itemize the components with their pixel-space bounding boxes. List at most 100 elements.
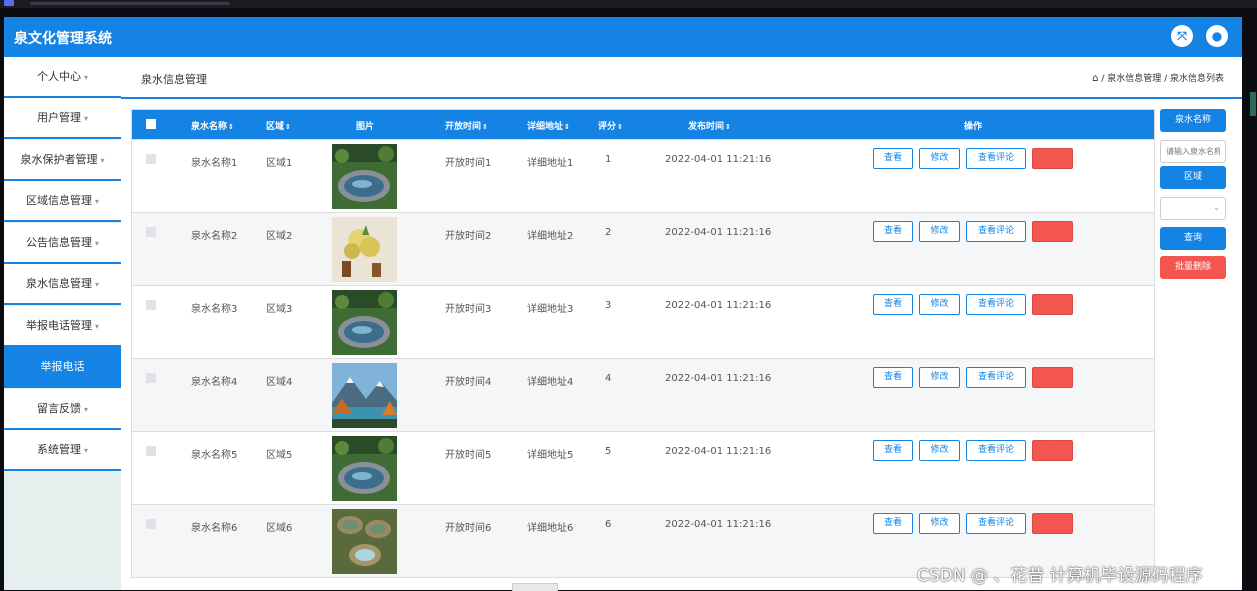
sidebar-item[interactable]: 留言反馈 ▾ bbox=[4, 389, 121, 430]
cell-score: 6 bbox=[605, 519, 612, 530]
cell-score: 5 bbox=[605, 446, 612, 457]
view-button[interactable]: 查看 bbox=[873, 221, 913, 242]
cell-score: 2 bbox=[605, 227, 612, 238]
sort-icon: ⇕ bbox=[617, 123, 623, 131]
address-bar[interactable] bbox=[30, 2, 230, 5]
row-checkbox[interactable] bbox=[146, 373, 156, 383]
cell-publish-time: 2022-04-01 11:21:16 bbox=[665, 373, 772, 384]
view-button[interactable]: 查看 bbox=[873, 148, 913, 169]
spring-table: 泉水名称⇕ 区域⇕ 图片 开放时间⇕ 详细地址⇕ 评分⇕ 发布时间⇕ 操作 泉水… bbox=[131, 109, 1155, 578]
edit-button[interactable]: 修改 bbox=[919, 440, 960, 461]
sidebar-item[interactable]: 个人中心 ▾ bbox=[4, 57, 121, 98]
view-comments-button[interactable]: 查看评论 bbox=[966, 221, 1026, 242]
view-button[interactable]: 查看 bbox=[873, 294, 913, 315]
sidebar-item-label: 泉水保护者管理 bbox=[20, 153, 98, 166]
spring-thumbnail bbox=[332, 436, 397, 501]
main-content: 泉水名称⇕ 区域⇕ 图片 开放时间⇕ 详细地址⇕ 评分⇕ 发布时间⇕ 操作 泉水… bbox=[121, 99, 1242, 590]
edit-button[interactable]: 修改 bbox=[919, 367, 960, 388]
delete-button[interactable]: 删除 bbox=[1032, 367, 1073, 388]
cell-name: 泉水名称3 bbox=[191, 304, 238, 315]
cell-publish-time: 2022-04-01 11:21:16 bbox=[665, 446, 772, 457]
cell-open-time: 开放时间3 bbox=[445, 304, 492, 315]
app-header: 泉文化管理系统 ⤧ ● bbox=[4, 17, 1242, 57]
view-comments-button[interactable]: 查看评论 bbox=[966, 148, 1026, 169]
view-comments-button[interactable]: 查看评论 bbox=[966, 440, 1026, 461]
cell-name: 泉水名称4 bbox=[191, 377, 238, 388]
delete-button[interactable]: 删除 bbox=[1032, 148, 1073, 169]
sort-icon: ⇕ bbox=[228, 123, 234, 131]
area-select[interactable]: ⌄ bbox=[1160, 197, 1226, 220]
chevron-down-icon: ▾ bbox=[83, 114, 88, 123]
sidebar-item[interactable]: 举报电话 bbox=[4, 347, 121, 388]
cell-address: 详细地址2 bbox=[527, 231, 574, 242]
sidebar-item-label: 留言反馈 bbox=[36, 402, 81, 415]
cell-score: 1 bbox=[605, 154, 612, 165]
sidebar-item[interactable]: 公告信息管理 ▾ bbox=[4, 223, 121, 264]
delete-button[interactable]: 删除 bbox=[1032, 513, 1073, 534]
name-search-input[interactable] bbox=[1160, 140, 1226, 163]
cell-publish-time: 2022-04-01 11:21:16 bbox=[665, 154, 772, 165]
view-button[interactable]: 查看 bbox=[873, 513, 913, 534]
row-checkbox[interactable] bbox=[146, 154, 156, 164]
spring-thumbnail bbox=[332, 290, 397, 355]
cell-address: 详细地址6 bbox=[527, 523, 574, 534]
sidebar-item[interactable]: 举报电话管理 ▾ bbox=[4, 306, 121, 347]
cell-name: 泉水名称2 bbox=[191, 231, 238, 242]
row-checkbox[interactable] bbox=[146, 300, 156, 310]
name-filter-label: 泉水名称 bbox=[1160, 109, 1226, 132]
view-button[interactable]: 查看 bbox=[873, 367, 913, 388]
cell-address: 详细地址1 bbox=[527, 158, 574, 169]
cell-address: 详细地址4 bbox=[527, 377, 574, 388]
page-header: 泉水信息管理 ⌂ / 泉水信息管理 / 泉水信息列表 bbox=[121, 57, 1242, 99]
edit-button[interactable]: 修改 bbox=[919, 513, 960, 534]
view-comments-button[interactable]: 查看评论 bbox=[966, 513, 1026, 534]
app-tab-icon bbox=[4, 0, 14, 6]
edit-button[interactable]: 修改 bbox=[919, 221, 960, 242]
delete-button[interactable]: 删除 bbox=[1032, 294, 1073, 315]
chevron-down-icon: ▾ bbox=[94, 239, 99, 248]
sidebar-item[interactable]: 用户管理 ▾ bbox=[4, 98, 121, 139]
row-checkbox[interactable] bbox=[146, 446, 156, 456]
watermark: CSDN @ 、花昔 计算机毕设源码程序 bbox=[917, 566, 1203, 586]
row-checkbox[interactable] bbox=[146, 519, 156, 529]
search-button[interactable]: 查询 bbox=[1160, 227, 1226, 250]
col-header-score[interactable]: 评分⇕ bbox=[598, 119, 623, 132]
col-header-name[interactable]: 泉水名称⇕ bbox=[191, 119, 234, 132]
chevron-down-icon: ▾ bbox=[94, 322, 99, 331]
col-header-publish-time[interactable]: 发布时间⇕ bbox=[688, 119, 731, 132]
user-avatar-icon[interactable]: ● bbox=[1206, 25, 1228, 47]
cell-address: 详细地址3 bbox=[527, 304, 574, 315]
scrollbar-edge bbox=[1250, 92, 1256, 116]
fullscreen-icon[interactable]: ⤧ bbox=[1171, 25, 1193, 47]
view-button[interactable]: 查看 bbox=[873, 440, 913, 461]
sidebar: 个人中心 ▾ 用户管理 ▾ 泉水保护者管理 ▾ 区域信息管理 ▾ 公告信息管理 ▾ 泉水信息管理 ▾ 举… bbox=[4, 57, 121, 590]
col-header-address[interactable]: 详细地址⇕ bbox=[527, 119, 570, 132]
sidebar-item[interactable]: 系统管理 ▾ bbox=[4, 430, 121, 471]
delete-button[interactable]: 删除 bbox=[1032, 440, 1073, 461]
sort-icon: ⇕ bbox=[285, 123, 291, 131]
sidebar-item[interactable]: 泉水信息管理 ▾ bbox=[4, 264, 121, 305]
cell-open-time: 开放时间2 bbox=[445, 231, 492, 242]
table-row: 泉水名称4 区域4 开放时间4 详细地址4 4 2022-04-01 11:21:16 查看… bbox=[132, 358, 1154, 431]
col-header-area[interactable]: 区域⇕ bbox=[266, 119, 291, 132]
sidebar-item[interactable]: 泉水保护者管理 ▾ bbox=[4, 140, 121, 181]
col-header-open-time[interactable]: 开放时间⇕ bbox=[445, 119, 488, 132]
chevron-down-icon: ▾ bbox=[100, 156, 105, 165]
select-all-checkbox[interactable] bbox=[146, 119, 156, 129]
cell-score: 3 bbox=[605, 300, 612, 311]
edit-button[interactable]: 修改 bbox=[919, 148, 960, 169]
cell-score: 4 bbox=[605, 373, 612, 384]
row-checkbox[interactable] bbox=[146, 227, 156, 237]
view-comments-button[interactable]: 查看评论 bbox=[966, 367, 1026, 388]
batch-delete-button[interactable]: 批量删除 bbox=[1160, 256, 1226, 279]
sidebar-item[interactable]: 区域信息管理 ▾ bbox=[4, 181, 121, 222]
view-comments-button[interactable]: 查看评论 bbox=[966, 294, 1026, 315]
table-row: 泉水名称2 区域2 开放时间2 详细地址2 2 2022-04-01 11:21:16 查看… bbox=[132, 212, 1154, 285]
edit-button[interactable]: 修改 bbox=[919, 294, 960, 315]
spring-thumbnail bbox=[332, 217, 397, 282]
col-header-image: 图片 bbox=[356, 122, 375, 132]
cell-open-time: 开放时间5 bbox=[445, 450, 492, 461]
cell-open-time: 开放时间4 bbox=[445, 377, 492, 388]
cell-area: 区域1 bbox=[266, 158, 293, 169]
delete-button[interactable]: 删除 bbox=[1032, 221, 1073, 242]
